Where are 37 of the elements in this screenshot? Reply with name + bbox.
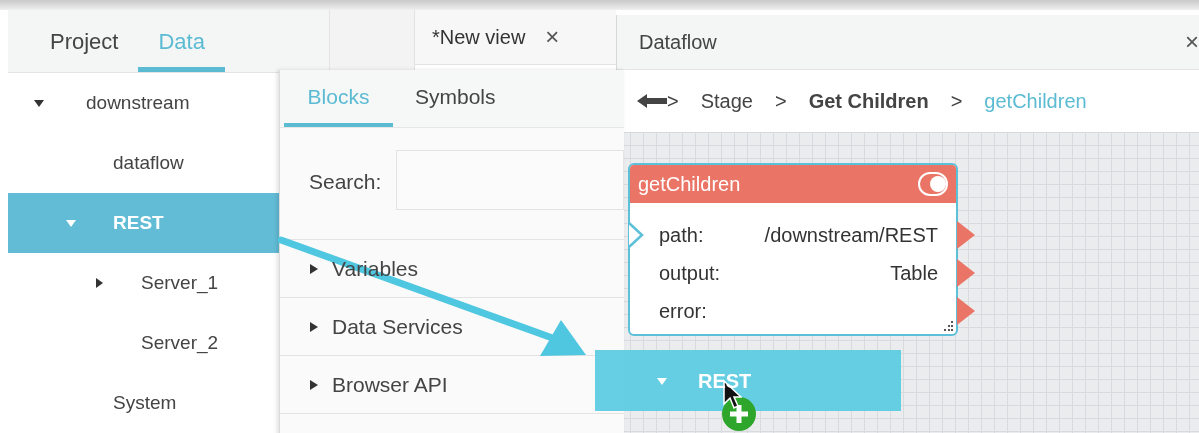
breadcrumb-separator: > [774, 89, 787, 114]
category-item[interactable]: Data Services [280, 298, 580, 355]
close-icon[interactable]: × [1185, 24, 1199, 60]
back-arrow-icon[interactable] [637, 93, 667, 109]
category-item[interactable]: Browser API [280, 356, 580, 413]
tree-item[interactable]: downstream [8, 73, 279, 133]
caret-icon[interactable] [310, 263, 318, 274]
tree-item[interactable]: System [8, 373, 279, 433]
editor-tab[interactable]: *New view × [415, 10, 616, 65]
node-title: getChildren [638, 172, 741, 197]
field-label: error: [659, 299, 707, 324]
field-value: Table [890, 261, 938, 286]
close-icon[interactable]: × [545, 19, 560, 55]
caret-icon[interactable] [310, 379, 318, 390]
search-label: Search: [309, 169, 382, 195]
input-port-icon[interactable] [628, 222, 644, 248]
breadcrumb-separator: > [950, 89, 963, 114]
field-value: /downstream/REST [764, 223, 938, 248]
toggle-switch[interactable] [918, 172, 948, 196]
breadcrumb-item[interactable]: Stage [700, 86, 753, 116]
search-field[interactable] [396, 150, 624, 210]
panel-title: Dataflow [639, 30, 717, 55]
caret-icon[interactable] [310, 321, 318, 332]
panel-tab[interactable]: Symbols [393, 70, 518, 127]
caret-icon[interactable] [93, 277, 105, 289]
resize-grip-icon[interactable] [942, 320, 954, 332]
breadcrumb-item[interactable]: Get Children [808, 86, 929, 116]
tree-item[interactable]: Server_1 [8, 253, 279, 313]
tree-item[interactable]: dataflow [8, 133, 279, 193]
field-label: output: [659, 261, 721, 286]
dragged-tree-item: REST [595, 350, 901, 411]
field-label: path: [659, 223, 704, 248]
panel-tab[interactable]: Project [30, 10, 139, 72]
caret-icon[interactable] [33, 97, 45, 109]
plus-icon [721, 396, 757, 432]
tree-item[interactable]: Server_2 [8, 313, 279, 373]
breadcrumb-separator: > [667, 89, 679, 114]
